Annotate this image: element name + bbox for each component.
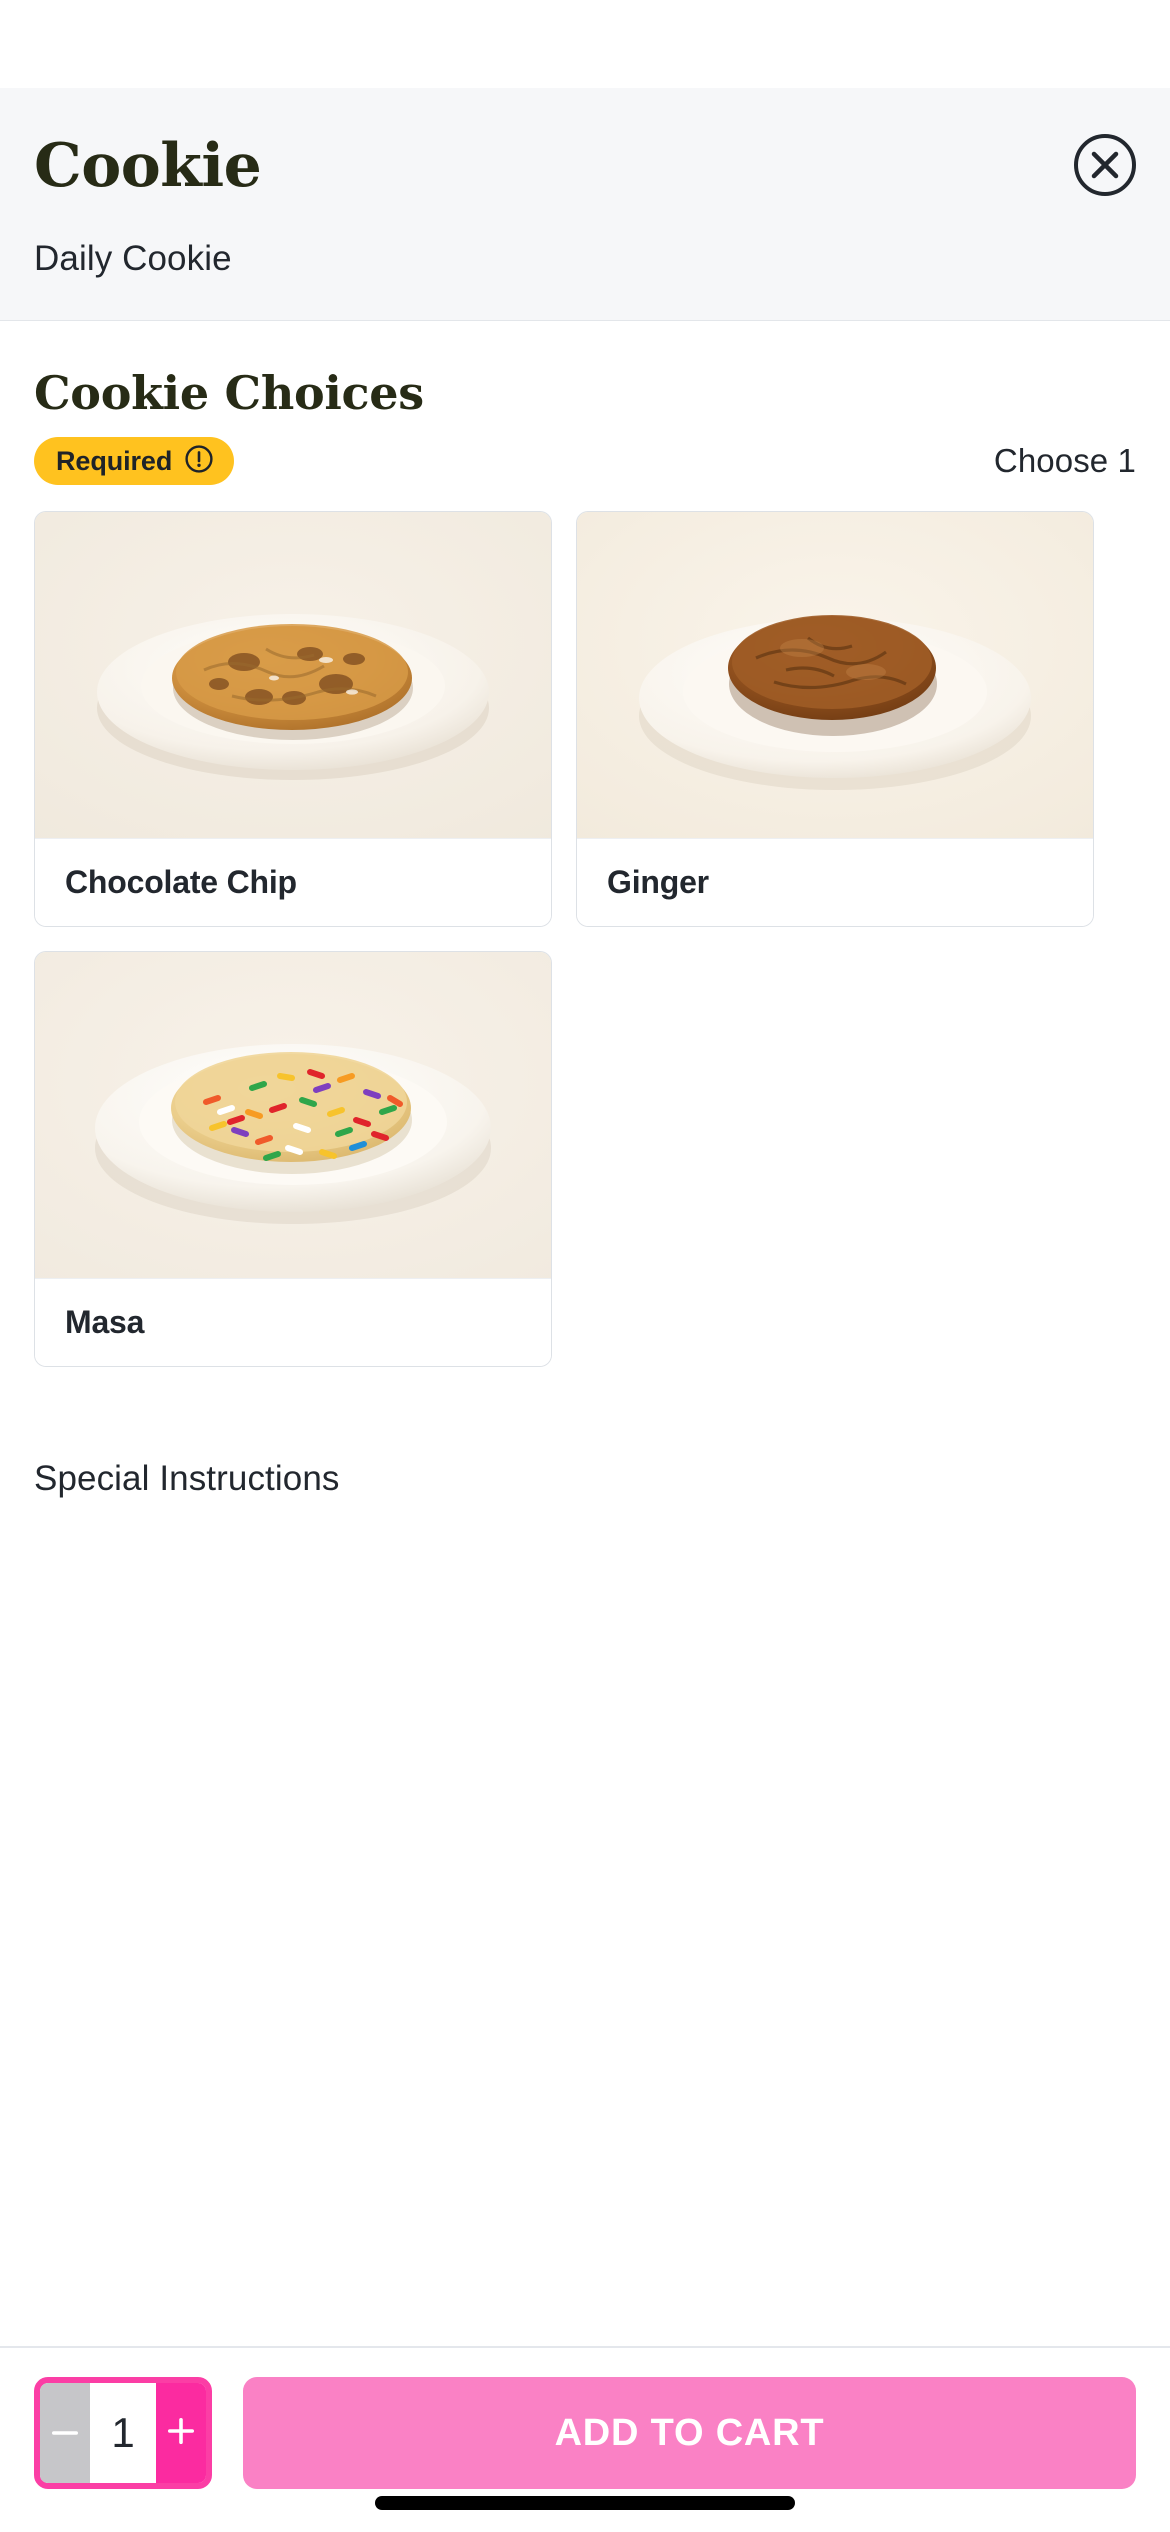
status-bar (0, 0, 1170, 88)
option-card-ginger[interactable]: Ginger (576, 511, 1094, 928)
status-badge-required: Required (34, 437, 235, 486)
option-label: Chocolate Chip (35, 838, 551, 927)
option-label: Masa (35, 1278, 551, 1367)
special-instructions-section[interactable]: Special Instructions (0, 1367, 1170, 1499)
modal-body: Cookie Choices Required Choose 1 Chocola… (0, 321, 1170, 1500)
page-title: Cookie (34, 131, 262, 201)
masa-sprinkle-cookie-on-plate (35, 952, 551, 1279)
plus-icon (168, 2417, 194, 2449)
option-grid: Chocolate Chip Ginger Masa (34, 511, 1136, 1368)
item-subtitle: Daily Cookie (34, 239, 232, 278)
choose-count-label: Choose 1 (993, 442, 1136, 480)
ginger-cookie-on-plate (577, 512, 1093, 839)
group-meta-row: Required Choose 1 (34, 437, 1136, 486)
app-screen: Cookie Daily Cookie Cookie Choices Requi… (0, 0, 1170, 2532)
quantity-stepper: 1 (34, 2377, 212, 2489)
option-group-cookie-choices: Cookie Choices Required Choose 1 Chocola… (0, 321, 1170, 1368)
increment-button[interactable] (156, 2383, 206, 2483)
option-card-chocolate-chip[interactable]: Chocolate Chip (34, 511, 552, 928)
add-to-cart-button[interactable]: ADD TO CART (243, 2377, 1136, 2489)
option-label: Ginger (577, 838, 1093, 927)
decrement-button[interactable] (40, 2383, 90, 2483)
home-indicator (375, 2496, 795, 2510)
header-row: Cookie (34, 132, 1136, 196)
option-card-masa[interactable]: Masa (34, 951, 552, 1368)
quantity-value[interactable]: 1 (90, 2383, 156, 2483)
exclamation-circle-icon (184, 444, 214, 479)
special-instructions-label: Special Instructions (34, 1459, 340, 1499)
group-title: Cookie Choices (34, 366, 424, 420)
minus-icon (52, 2424, 78, 2442)
close-circle-icon[interactable] (1074, 134, 1136, 196)
chocolate-chip-cookie-on-plate (35, 512, 551, 839)
required-label: Required (56, 445, 173, 476)
modal-header: Cookie Daily Cookie (0, 88, 1170, 321)
